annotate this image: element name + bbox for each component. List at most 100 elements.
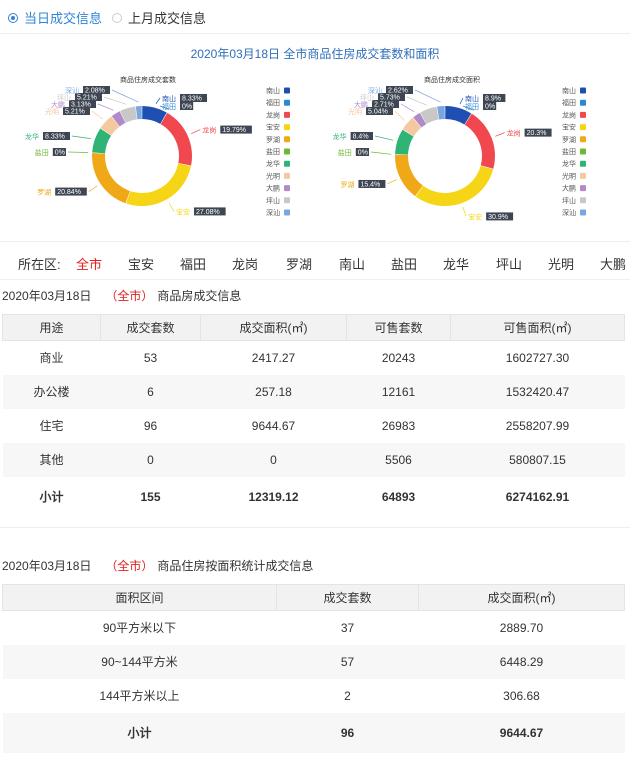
district-item[interactable]: 宝安: [128, 254, 154, 273]
legend-label: 福田: [562, 98, 576, 107]
legend-label: 大鹏: [562, 184, 576, 193]
table-cell: 57: [276, 644, 419, 679]
section2-title: 2020年03月18日 （全市） 商品住房按面积统计成交信息: [2, 557, 313, 574]
table-cell: 37: [340, 620, 355, 635]
legend-swatch: [580, 111, 586, 118]
district-item[interactable]: 坪山: [496, 254, 522, 273]
chart-title: 商品住房成交套数: [120, 75, 176, 84]
legend-label: 南山: [266, 86, 280, 95]
section2-date: 2020年03月18日: [2, 559, 92, 573]
slice-name-label: 龙华: [25, 132, 39, 141]
donut-slice: [395, 154, 423, 197]
legend-swatch: [580, 99, 586, 106]
slice-name-label: 龙岗: [507, 129, 521, 138]
table-cell: 257.18: [200, 374, 347, 409]
slice-value-label: 20.3%: [527, 130, 547, 137]
slice-value-label: 8.33%: [182, 96, 202, 103]
legend-label: 光明: [266, 171, 280, 180]
legend-swatch: [580, 136, 586, 143]
district-selector: 所在区: 全市 宝安 福田 龙岗 罗湖 南山 盐田 龙华 坪山 光明 大鹏: [0, 244, 630, 280]
legend-label: 龙岗: [562, 110, 576, 119]
column-header: 用途: [2, 314, 101, 341]
legend-swatch: [284, 124, 290, 131]
slice-value-label: 8.4%: [353, 134, 369, 141]
table-cell: 商业: [39, 351, 64, 366]
table-cell: 其他: [2, 442, 101, 477]
donut-slice: [160, 112, 193, 166]
table-cell: 1532420.47: [450, 374, 625, 409]
section1-heading: 商品房成交信息: [157, 289, 242, 303]
leader-line: [374, 135, 394, 141]
legend-swatch: [580, 124, 586, 131]
slice-name-label: 宝安: [468, 212, 482, 221]
district-item[interactable]: 全市: [76, 254, 102, 273]
leader-line: [387, 179, 397, 185]
table-header-row: 面积区间 成交套数 成交面积(㎡): [2, 584, 625, 611]
legend-label: 盐田: [562, 147, 576, 156]
table-cell: 12161: [346, 374, 451, 409]
column-header: 成交套数: [276, 584, 419, 611]
district-item[interactable]: 龙岗: [232, 254, 258, 273]
district-item[interactable]: 福田: [180, 254, 206, 273]
slice-name-label: 罗湖: [340, 180, 354, 189]
legend-swatch: [284, 160, 290, 167]
slice-name-label: 深汕: [368, 86, 382, 95]
legend-swatch: [580, 197, 586, 204]
legend-label: 坪山: [562, 196, 576, 205]
donut-charts: 商品住房成交套数南山 8.33% 福田 0% 龙岗 19.79% 宝安 27.08% 罗湖 20.…: [25, 75, 586, 221]
legend-label: 盐田: [266, 147, 280, 156]
legend-label: 深汕: [562, 208, 576, 217]
slice-value-label: 5.04%: [368, 109, 388, 116]
slice-name-label: 龙岗: [202, 126, 216, 135]
table-cell: 2: [344, 688, 351, 703]
slice-value-label: 2.62%: [388, 88, 408, 95]
table-cell: 64893: [381, 489, 416, 504]
table-cell: 90~144平方米: [2, 644, 277, 679]
slice-value-label: 8.9%: [485, 96, 501, 103]
column-header: 面积区间: [2, 584, 277, 611]
leader-line: [414, 89, 441, 103]
district-item[interactable]: 南山: [339, 254, 365, 273]
leader-line: [370, 151, 392, 155]
slice-value-label: 5.21%: [77, 95, 97, 102]
district-item[interactable]: 盐田: [391, 254, 417, 273]
section2-area: （全市）: [105, 559, 154, 573]
district-item[interactable]: 罗湖: [286, 254, 312, 273]
table-row: 办公楼 6 257.18 12161 1532420.47: [2, 374, 625, 409]
table-cell: 96: [276, 712, 419, 753]
district-item[interactable]: 光明: [548, 254, 574, 273]
legend-swatch: [580, 160, 586, 167]
table-row: 90~144平方米 57 6448.29: [2, 644, 625, 679]
slice-value-label: 0%: [182, 104, 192, 111]
district-label: 所在区:: [18, 257, 61, 272]
legend-swatch: [284, 148, 290, 155]
chart-title: 商品住房成交面积: [424, 75, 480, 84]
legend-label: 光明: [562, 171, 576, 180]
area-range-table: 面积区间 成交套数 成交面积(㎡) 90平方米以下 37 2889.70 90~…: [2, 584, 625, 753]
table-cell: 小计: [39, 490, 64, 504]
slice-value-label: 0%: [55, 150, 65, 157]
leader-line: [394, 110, 405, 121]
district-item[interactable]: 大鹏: [600, 254, 626, 273]
slice-name-label: 罗湖: [37, 188, 51, 197]
leader-line: [459, 97, 464, 105]
table-cell: 26983: [381, 418, 416, 433]
column-header: 成交面积(㎡): [418, 584, 625, 611]
column-header: 可售套数: [346, 314, 451, 341]
donut-slice: [126, 163, 191, 206]
leader-line: [103, 96, 127, 105]
table-total-row: 小计 155 12319.12 64893 6274162.91: [3, 477, 625, 517]
legend-swatch: [580, 209, 586, 216]
slice-name-label: 宝安: [176, 207, 190, 216]
district-item[interactable]: 龙华: [443, 254, 469, 273]
slice-value-label: 8.33%: [45, 134, 65, 141]
slice-value-label: 2.71%: [374, 102, 394, 109]
table-cell: 90平方米以下: [102, 621, 177, 636]
legend-label: 福田: [266, 98, 280, 107]
leader-line: [91, 110, 103, 120]
table-row: 其他 0 0 5506 580807.15: [2, 442, 625, 477]
legend-label: 坪山: [266, 196, 280, 205]
leader-line: [97, 103, 114, 111]
table-cell: 53: [143, 350, 158, 365]
slice-value-label: 27.08%: [196, 209, 220, 216]
